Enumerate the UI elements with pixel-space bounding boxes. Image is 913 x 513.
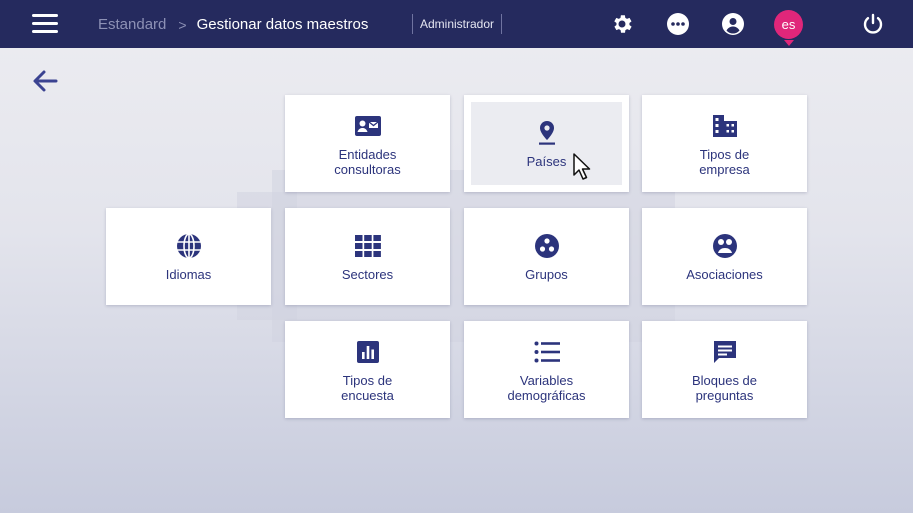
- settings-icon[interactable]: [610, 12, 634, 36]
- map-pin-icon: [538, 121, 555, 145]
- mouse-pointer-icon: [573, 153, 591, 180]
- tile-variables-demograficas[interactable]: Variables demográficas: [464, 321, 629, 418]
- tile-label: Sectores: [341, 267, 394, 282]
- menu-icon[interactable]: [32, 14, 58, 34]
- tile-paises[interactable]: Países: [464, 95, 629, 192]
- tile-label: Variables demográficas: [507, 372, 586, 403]
- breadcrumb-separator: >: [178, 16, 187, 33]
- avatar[interactable]: es: [774, 10, 803, 39]
- tile-grupos[interactable]: Grupos: [464, 208, 629, 305]
- top-bar: Estandard > Gestionar datos maestros Adm…: [0, 0, 913, 48]
- tile-label: Entidades consultoras: [334, 146, 401, 177]
- contact-card-icon: [354, 115, 381, 136]
- breadcrumb-current: Gestionar datos maestros: [196, 16, 369, 33]
- tile-tipos-de-empresa[interactable]: Tipos de empresa: [642, 95, 807, 192]
- bar-chart-icon: [356, 340, 379, 363]
- tile-tipos-de-encuesta[interactable]: Tipos de encuesta: [285, 321, 450, 418]
- tile-asociaciones[interactable]: Asociaciones: [642, 208, 807, 305]
- tile-label: Grupos: [525, 267, 568, 282]
- tile-entidades-consultoras[interactable]: Entidades consultoras: [285, 95, 450, 192]
- globe-icon: [176, 233, 201, 259]
- power-icon[interactable]: [861, 12, 885, 36]
- associations-icon: [712, 234, 737, 258]
- role-label: Administrador: [412, 14, 503, 34]
- building-icon: [712, 114, 737, 137]
- tile-label: Asociaciones: [686, 267, 763, 282]
- breadcrumb-root[interactable]: Estandard: [98, 16, 166, 33]
- avatar-pointer: [784, 40, 794, 46]
- tile-label: Países: [526, 154, 567, 169]
- tile-label: Idiomas: [165, 267, 212, 282]
- account-icon[interactable]: [721, 12, 745, 36]
- grid-icon: [354, 235, 381, 257]
- tile-label: Tipos de encuesta: [341, 372, 394, 403]
- comment-icon: [713, 340, 736, 363]
- tile-label: Tipos de empresa: [699, 146, 750, 177]
- arrow-left-icon[interactable]: [30, 66, 60, 96]
- tile-idiomas[interactable]: Idiomas: [106, 208, 271, 305]
- tile-sectores[interactable]: Sectores: [285, 208, 450, 305]
- more-icon[interactable]: [666, 12, 690, 36]
- tile-bloques-de-preguntas[interactable]: Bloques de preguntas: [642, 321, 807, 418]
- tile-label: Bloques de preguntas: [691, 372, 758, 403]
- breadcrumb: Estandard > Gestionar datos maestros: [98, 16, 368, 33]
- list-icon: [534, 341, 560, 362]
- group-icon: [534, 234, 559, 258]
